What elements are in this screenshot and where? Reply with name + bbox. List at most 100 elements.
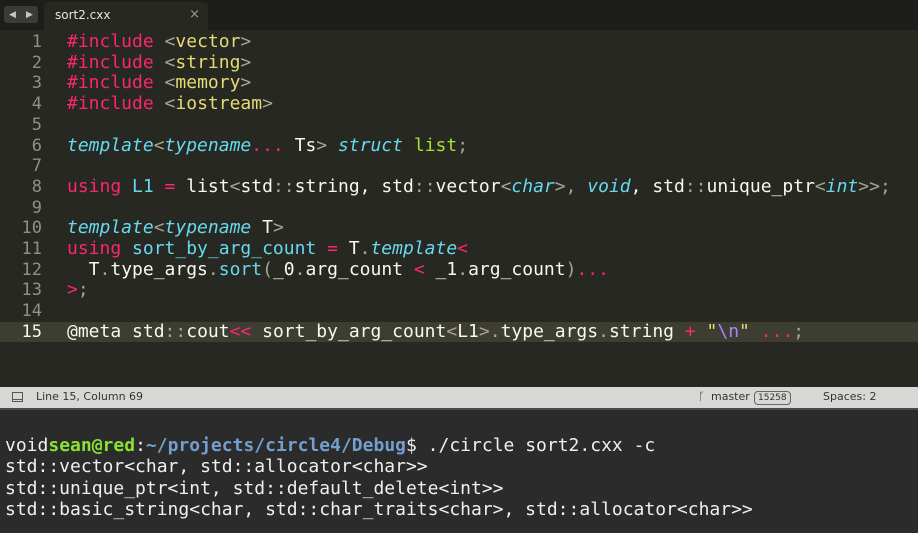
code-token: string, std	[294, 175, 414, 197]
code-token: ::	[272, 175, 295, 197]
code-token: @meta std	[67, 320, 165, 342]
code-token: ::	[684, 175, 707, 197]
line-code: #include <vector>	[67, 32, 251, 52]
prompt-user: sean@red	[48, 435, 136, 456]
code-token: iostream	[175, 93, 263, 115]
code-token: >	[67, 279, 78, 301]
code-token: memory	[175, 72, 241, 94]
code-line[interactable]: 6 template<typename... Ts> struct list;	[0, 134, 918, 156]
code-line[interactable]: 13 >;	[0, 279, 918, 301]
code-token: struct	[337, 134, 403, 156]
git-branch-name[interactable]: master	[711, 390, 750, 403]
code-token: >	[272, 217, 284, 239]
tab-sort2-cxx[interactable]: sort2.cxx ×	[44, 2, 208, 30]
code-token: void	[587, 175, 631, 197]
code-line[interactable]: 1 #include <vector>	[0, 32, 918, 53]
code-token: T	[348, 238, 360, 259]
code-token: T	[251, 217, 273, 239]
code-token: <<	[229, 320, 252, 342]
code-token: std	[240, 175, 273, 197]
code-token: +	[684, 320, 696, 342]
code-token: ;	[457, 134, 469, 156]
line-code: @meta std::cout<< sort_by_arg_count<L1>.…	[67, 320, 805, 342]
line-code: using sort_by_arg_count = T.template<	[67, 239, 468, 259]
terminal-output-line: std::vector<char, std::allocator<char>>	[5, 456, 428, 478]
code-line[interactable]: 9	[0, 198, 918, 218]
terminal-prompt-line: sean@red:~/projects/circle4/Debug$ ./cir…	[5, 414, 655, 456]
line-code: template<typename T>	[67, 218, 284, 238]
code-editor[interactable]: 1 #include <vector> 2 #include <string> 3 #in…	[0, 30, 918, 387]
code-token: >	[262, 93, 273, 115]
cursor-position[interactable]: Line 15, Column 69	[36, 390, 143, 403]
code-token: >	[316, 134, 338, 156]
code-token: template	[370, 238, 458, 259]
code-line[interactable]: 14	[0, 301, 918, 321]
code-token: <	[457, 238, 469, 259]
forward-arrow-icon[interactable]: ▶	[26, 10, 33, 20]
line-number: 8	[31, 176, 42, 197]
back-arrow-icon[interactable]: ◀	[9, 10, 16, 20]
line-number: 15	[21, 321, 42, 342]
code-token: ::	[164, 320, 187, 342]
code-token: string	[608, 320, 685, 342]
code-line[interactable]: 10 template<typename T>	[0, 218, 918, 239]
code-token: L1	[132, 175, 154, 197]
code-token: \n	[717, 320, 740, 342]
line-code: template<typename... Ts> struct list;	[67, 134, 469, 156]
code-token: <	[229, 175, 241, 197]
code-line[interactable]: 3 #include <memory>	[0, 72, 918, 94]
code-token: typename	[164, 217, 252, 239]
panel-toggle-icon[interactable]	[12, 392, 23, 402]
terminal-panel[interactable]: sean@red:~/projects/circle4/Debug$ ./cir…	[0, 408, 918, 533]
code-token: Ts	[283, 134, 317, 156]
code-token: <	[413, 258, 425, 280]
code-line[interactable]: 7	[0, 156, 918, 176]
code-token: int	[825, 175, 859, 197]
code-token: #include	[67, 31, 165, 52]
code-token: arg_count	[468, 258, 566, 280]
code-token: #include	[67, 72, 165, 94]
code-line[interactable]: 2 #include <string>	[0, 51, 918, 73]
code-token: #include	[67, 93, 165, 115]
code-token: <	[164, 51, 176, 73]
line-number: 11	[21, 239, 42, 259]
code-token: sort	[218, 258, 263, 280]
code-token: =	[316, 238, 349, 259]
prompt-separator: :	[135, 435, 146, 456]
code-token: >	[240, 72, 252, 94]
code-token: <	[164, 72, 176, 94]
code-token: .	[457, 258, 469, 280]
code-token: ;	[793, 320, 805, 342]
code-token: <	[153, 217, 165, 239]
line-number: 12	[21, 259, 42, 280]
line-number: 7	[31, 156, 42, 177]
code-token: >	[240, 31, 252, 52]
code-token: <	[164, 93, 176, 115]
code-line[interactable]: 15 @meta std::cout<< sort_by_arg_count<L1…	[0, 320, 918, 342]
code-token: ...	[576, 258, 609, 280]
indentation-setting[interactable]: Spaces: 2	[823, 390, 876, 403]
code-token: using	[67, 238, 122, 259]
tab-navigation[interactable]: ◀ ▶	[4, 6, 38, 23]
code-token: type_args	[500, 320, 599, 342]
code-token: , std	[630, 175, 685, 197]
status-bar: Line 15, Column 69 ᚴ master 15258 Spaces…	[0, 387, 918, 408]
code-token: template	[67, 134, 154, 156]
code-token: >	[478, 320, 490, 342]
close-icon[interactable]: ×	[189, 7, 200, 22]
code-token: using	[67, 175, 122, 197]
prompt-path: ~/projects/circle4/Debug	[145, 435, 406, 456]
code-line[interactable]: 12 T.type_args.sort(_0.arg_count < _1.ar…	[0, 258, 918, 280]
code-token: L1	[457, 320, 479, 342]
code-line[interactable]: 8 using L1 = list<std::string, std::vecto…	[0, 175, 918, 197]
code-line[interactable]: 11 using sort_by_arg_count = T.template<	[0, 239, 918, 260]
line-number: 1	[31, 32, 42, 52]
code-line[interactable]: 5	[0, 115, 918, 135]
code-line[interactable]: 4 #include <iostream>	[0, 93, 918, 115]
tab-title: sort2.cxx	[55, 8, 111, 22]
code-token: cout	[186, 320, 230, 342]
git-changes-badge: 15258	[754, 391, 791, 405]
code-token: sort_by_arg_count	[251, 320, 447, 342]
code-token: sort_by_arg_count	[132, 238, 317, 259]
